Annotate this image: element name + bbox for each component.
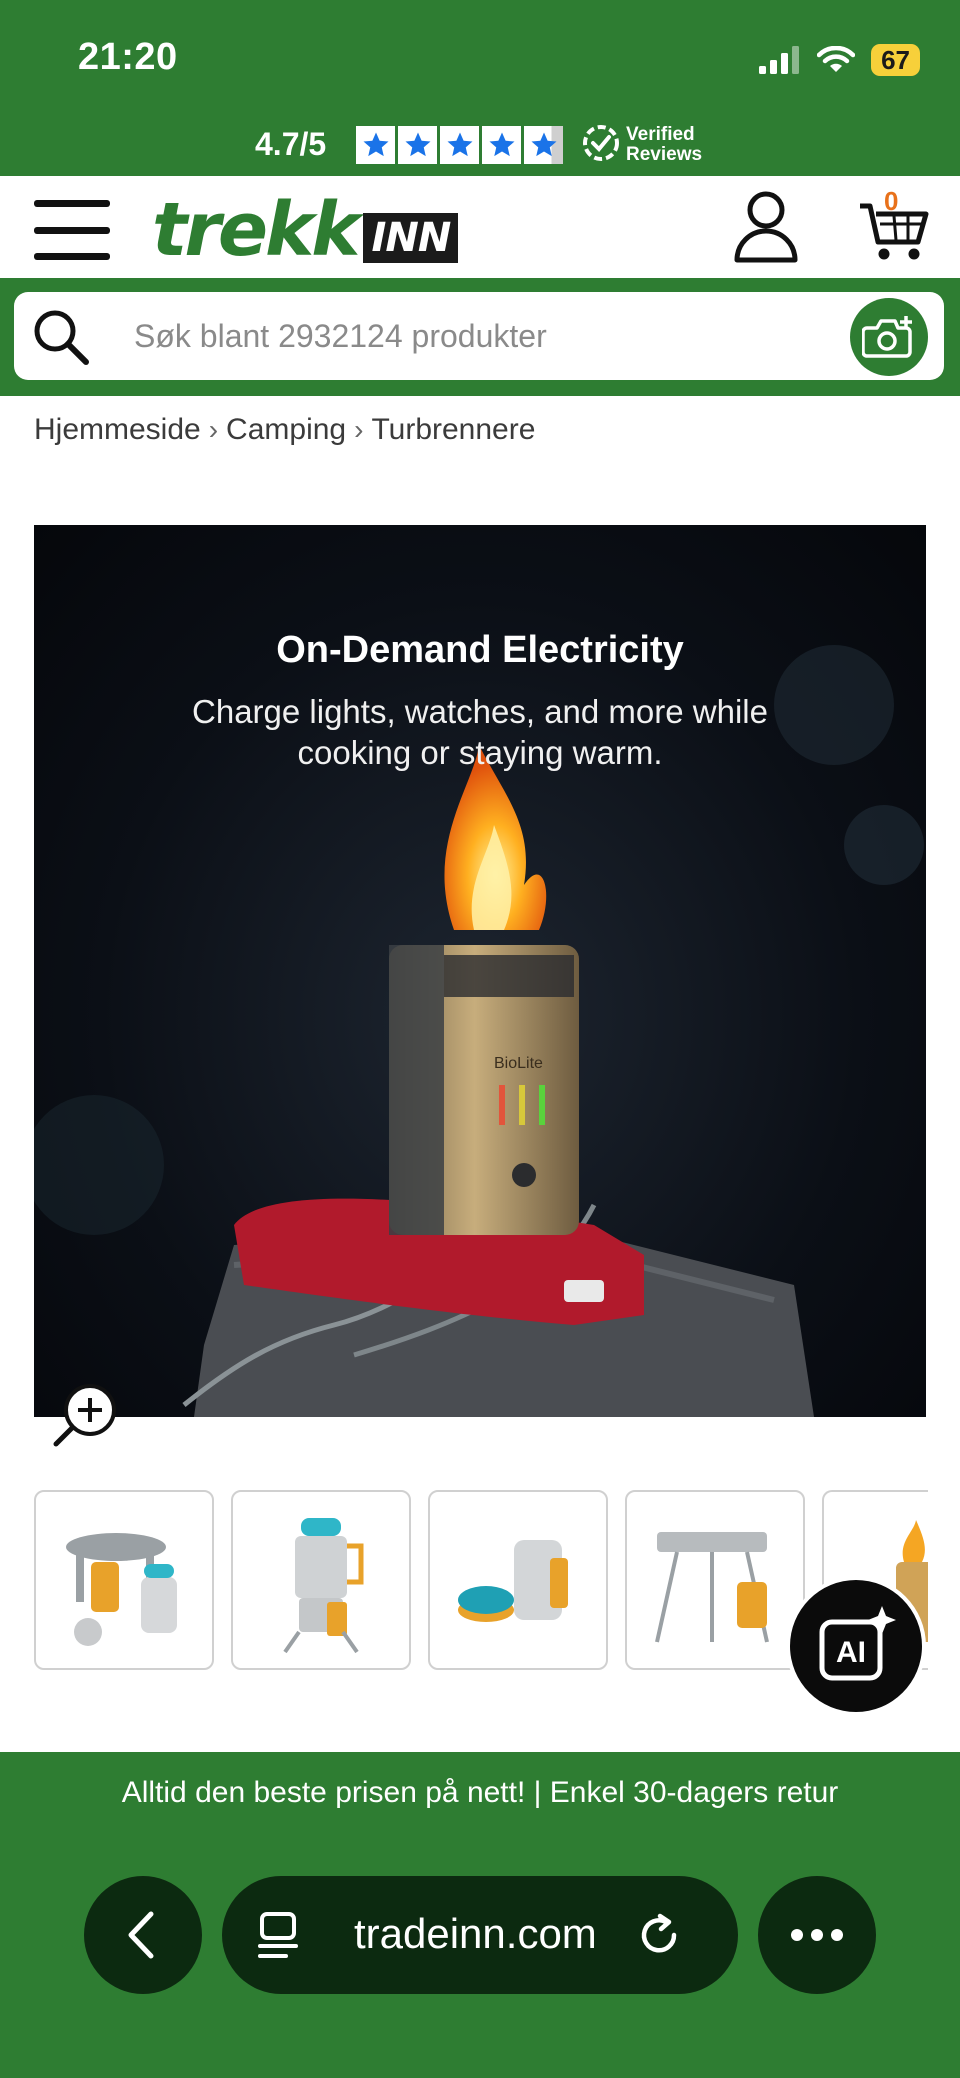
logo-trekk: trekk [152, 187, 360, 273]
star-half-icon [524, 126, 563, 164]
star-icon [482, 126, 521, 164]
status-icons: 67 [759, 40, 920, 80]
promo-text: Alltid den beste prisen på nett! | Enkel… [121, 1776, 839, 1809]
star-icon [440, 126, 479, 164]
image-subheadline: Charge lights, watches, and more while c… [192, 693, 768, 771]
chevron-right-icon: › [354, 414, 364, 445]
breadcrumb: Hjemmeside › Camping › Turbrennere [34, 413, 535, 447]
image-headline: On-Demand Electricity [276, 629, 684, 671]
camera-plus-icon [862, 316, 912, 358]
wifi-icon [817, 46, 856, 72]
chevron-left-icon [128, 1911, 154, 1959]
ai-sparkle-icon: AI [819, 1606, 896, 1681]
status-time: 21:20 [78, 36, 178, 78]
breadcrumb-camping[interactable]: Camping [226, 413, 346, 447]
thumbnail-2[interactable] [231, 1490, 411, 1670]
search-input[interactable] [132, 304, 816, 368]
reload-icon[interactable] [636, 1912, 682, 1958]
battery-indicator: 67 [871, 44, 920, 76]
ai-assistant-button[interactable]: AI [790, 1580, 922, 1712]
zoom-in-icon[interactable] [50, 1380, 120, 1450]
stove-kettle-thumbnail-icon [283, 1518, 364, 1654]
stove-accessories-thumbnail-icon [458, 1540, 568, 1622]
logo-inn: INN [363, 213, 459, 263]
hamburger-menu-icon[interactable] [34, 200, 110, 260]
breadcrumb-home[interactable]: Hjemmeside [34, 413, 201, 447]
search-icon[interactable] [30, 306, 92, 368]
browser-url-text[interactable]: tradeinn.com [354, 1910, 597, 1958]
brand-mark: BioLite [494, 1055, 543, 1072]
cart-count-badge: 0 [884, 186, 899, 216]
rating-stars [356, 126, 563, 164]
chevron-right-icon: › [208, 414, 219, 445]
star-icon [356, 126, 395, 164]
site-header [0, 176, 960, 278]
breadcrumb-stoves[interactable]: Turbrennere [371, 413, 535, 447]
camera-search-button[interactable] [850, 298, 928, 376]
more-dots-icon [791, 1929, 843, 1941]
trekkinn-logo[interactable]: trekk INN [152, 187, 459, 273]
browser-back-button[interactable] [84, 1876, 202, 1994]
star-icon [398, 126, 437, 164]
ai-label: AI [836, 1636, 866, 1669]
stove-kit-thumbnail-icon [66, 1533, 177, 1646]
product-main-image[interactable]: On-Demand Electricity Charge lights, wat… [34, 525, 926, 1417]
thumbnail-4[interactable] [625, 1490, 805, 1670]
browser-more-button[interactable] [758, 1876, 876, 1994]
reviews-line: Reviews [626, 144, 703, 165]
page-menu-icon[interactable] [256, 1910, 302, 1960]
verified-line: Verified [626, 124, 695, 145]
verified-badge-icon [583, 125, 619, 161]
stove-grill-thumbnail-icon [655, 1532, 769, 1643]
thumbnail-3[interactable] [428, 1490, 608, 1670]
user-account-icon[interactable] [732, 190, 800, 264]
signal-icon [759, 46, 800, 74]
verified-reviews-label: Verified Reviews [626, 125, 702, 165]
rating-score: 4.7/5 [255, 126, 327, 162]
thumbnail-1[interactable] [34, 1490, 214, 1670]
